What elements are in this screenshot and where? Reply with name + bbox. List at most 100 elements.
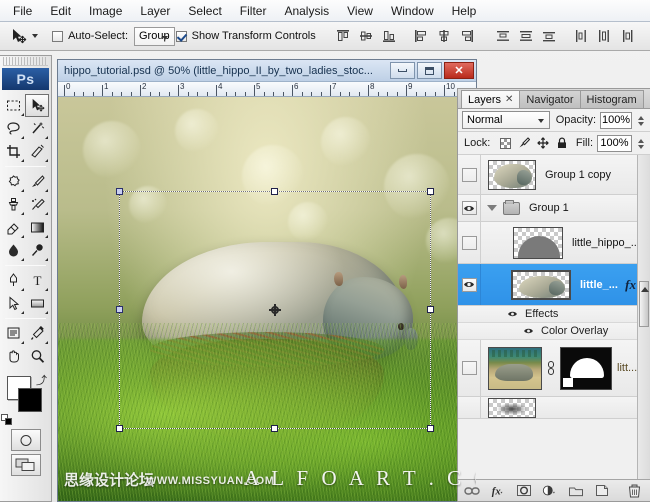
visibility-toggle-off[interactable]: [462, 361, 477, 375]
path-selection-tool[interactable]: [1, 292, 25, 315]
blend-mode-dropdown[interactable]: Normal: [462, 111, 550, 129]
distribute-right-edges-button[interactable]: [617, 26, 637, 46]
layer-list[interactable]: Group 1 copy Group 1: [458, 155, 650, 479]
notes-tool[interactable]: [1, 322, 25, 345]
layer-row-group-1[interactable]: Group 1: [458, 195, 650, 222]
crop-tool[interactable]: [1, 140, 25, 163]
effects-visibility-icon[interactable]: [506, 309, 519, 320]
dodge-tool[interactable]: [25, 239, 49, 262]
align-top-edges-button[interactable]: [333, 26, 353, 46]
horizontal-type-tool[interactable]: T: [25, 269, 49, 292]
menu-analysis[interactable]: Analysis: [275, 1, 338, 21]
new-layer-button[interactable]: [594, 483, 610, 499]
horizontal-ruler[interactable]: 012345678910: [58, 82, 476, 97]
distribute-left-edges-button[interactable]: [571, 26, 591, 46]
lock-transparent-pixels-icon[interactable]: [499, 137, 511, 150]
effect-visibility-icon[interactable]: [522, 326, 535, 337]
layer-visibility-cell[interactable]: [458, 195, 481, 221]
lasso-tool[interactable]: [1, 117, 25, 140]
layer-thumbnail[interactable]: [513, 227, 563, 259]
tool-preset-chevron-down-icon[interactable]: [32, 34, 38, 38]
show-transform-controls-checkbox[interactable]: [176, 31, 187, 42]
distribute-vertical-centers-button[interactable]: [516, 26, 536, 46]
new-fill-adjustment-layer-button[interactable]: [542, 483, 558, 499]
default-colors-icon[interactable]: [1, 414, 12, 425]
visibility-toggle-on[interactable]: [462, 278, 477, 292]
distribute-bottom-edges-button[interactable]: [539, 26, 559, 46]
background-color-swatch[interactable]: [18, 388, 42, 412]
visibility-toggle-on[interactable]: [462, 201, 477, 215]
edit-in-quick-mask-mode-button[interactable]: [11, 429, 41, 451]
effects-row[interactable]: Effects: [458, 306, 650, 323]
layer-visibility-cell[interactable]: [458, 340, 481, 396]
layer-thumbnail[interactable]: [511, 270, 571, 300]
effect-color-overlay-row[interactable]: Color Overlay: [458, 323, 650, 340]
blur-tool[interactable]: [1, 239, 25, 262]
tab-navigator[interactable]: Navigator: [519, 90, 580, 108]
transform-handle-top-left[interactable]: [116, 188, 123, 195]
opacity-input[interactable]: 100%: [600, 112, 632, 129]
transform-pivot-point-icon[interactable]: [269, 304, 281, 316]
transform-handle-bottom-center[interactable]: [271, 425, 278, 432]
transform-handle-top-center[interactable]: [271, 188, 278, 195]
visibility-toggle-off[interactable]: [462, 168, 477, 182]
align-bottom-edges-button[interactable]: [379, 26, 399, 46]
zoom-tool[interactable]: [25, 345, 49, 368]
auto-select-scope-dropdown[interactable]: Group: [134, 27, 175, 46]
menu-select[interactable]: Select: [179, 1, 230, 21]
document-title-bar[interactable]: hippo_tutorial.psd @ 50% (little_hippo_I…: [58, 60, 476, 82]
transform-selection-box[interactable]: [120, 192, 430, 428]
group-expand-chevron-down-icon[interactable]: [487, 205, 497, 211]
lock-image-pixels-icon[interactable]: [518, 137, 530, 150]
layer-visibility-cell[interactable]: [458, 222, 481, 263]
layer-visibility-cell[interactable]: [458, 397, 481, 418]
distribute-top-edges-button[interactable]: [493, 26, 513, 46]
tab-histogram[interactable]: Histogram: [580, 90, 644, 108]
rectangle-shape-tool[interactable]: [25, 292, 49, 315]
lock-all-icon[interactable]: [556, 137, 568, 150]
swap-colors-icon[interactable]: ⤴: [36, 372, 47, 388]
layer-row-partial[interactable]: [458, 397, 650, 419]
menu-help[interactable]: Help: [443, 1, 486, 21]
tab-layers[interactable]: Layers ✕: [461, 90, 520, 108]
layer-thumbnail-photo[interactable]: [488, 347, 542, 390]
healing-brush-tool[interactable]: [1, 170, 25, 193]
restore-button[interactable]: [417, 62, 442, 79]
menu-layer[interactable]: Layer: [131, 1, 179, 21]
layer-row-masked-photo[interactable]: litt...: [458, 340, 650, 397]
align-horizontal-centers-button[interactable]: [434, 26, 454, 46]
visibility-toggle-off[interactable]: [462, 236, 477, 250]
menu-view[interactable]: View: [338, 1, 382, 21]
layer-row-little-hippo-mask[interactable]: little_hippo_...: [458, 222, 650, 264]
menu-window[interactable]: Window: [382, 1, 443, 21]
pen-tool[interactable]: [1, 269, 25, 292]
transform-handle-bottom-left[interactable]: [116, 425, 123, 432]
move-tool[interactable]: [25, 94, 49, 117]
close-icon[interactable]: ✕: [505, 94, 513, 105]
delete-layer-button[interactable]: [626, 483, 642, 499]
layers-scrollbar[interactable]: [637, 155, 650, 479]
menu-edit[interactable]: Edit: [41, 1, 80, 21]
layer-row-group-1-copy[interactable]: Group 1 copy: [458, 155, 650, 195]
brush-tool[interactable]: [25, 170, 49, 193]
layer-thumbnail[interactable]: [488, 398, 536, 418]
auto-select-checkbox[interactable]: [52, 31, 63, 42]
transform-handle-middle-left[interactable]: [116, 306, 123, 313]
tools-panel-grip[interactable]: [3, 57, 48, 66]
fill-input[interactable]: 100%: [597, 135, 632, 152]
add-layer-mask-button[interactable]: [516, 483, 532, 499]
rectangular-marquee-tool[interactable]: [1, 94, 25, 117]
magic-wand-tool[interactable]: [25, 117, 49, 140]
layer-visibility-cell[interactable]: [458, 264, 481, 305]
transform-handle-top-right[interactable]: [427, 188, 434, 195]
layer-effects-fx-icon[interactable]: fx: [625, 277, 636, 293]
menu-filter[interactable]: Filter: [231, 1, 276, 21]
transform-handle-bottom-right[interactable]: [427, 425, 434, 432]
eyedropper-tool[interactable]: [25, 322, 49, 345]
layer-visibility-cell[interactable]: [458, 155, 481, 194]
gradient-tool[interactable]: [25, 216, 49, 239]
change-screen-mode-button[interactable]: [11, 454, 41, 476]
layer-mask-thumbnail[interactable]: [560, 347, 612, 390]
align-right-edges-button[interactable]: [457, 26, 477, 46]
fill-stepper[interactable]: [636, 135, 646, 152]
